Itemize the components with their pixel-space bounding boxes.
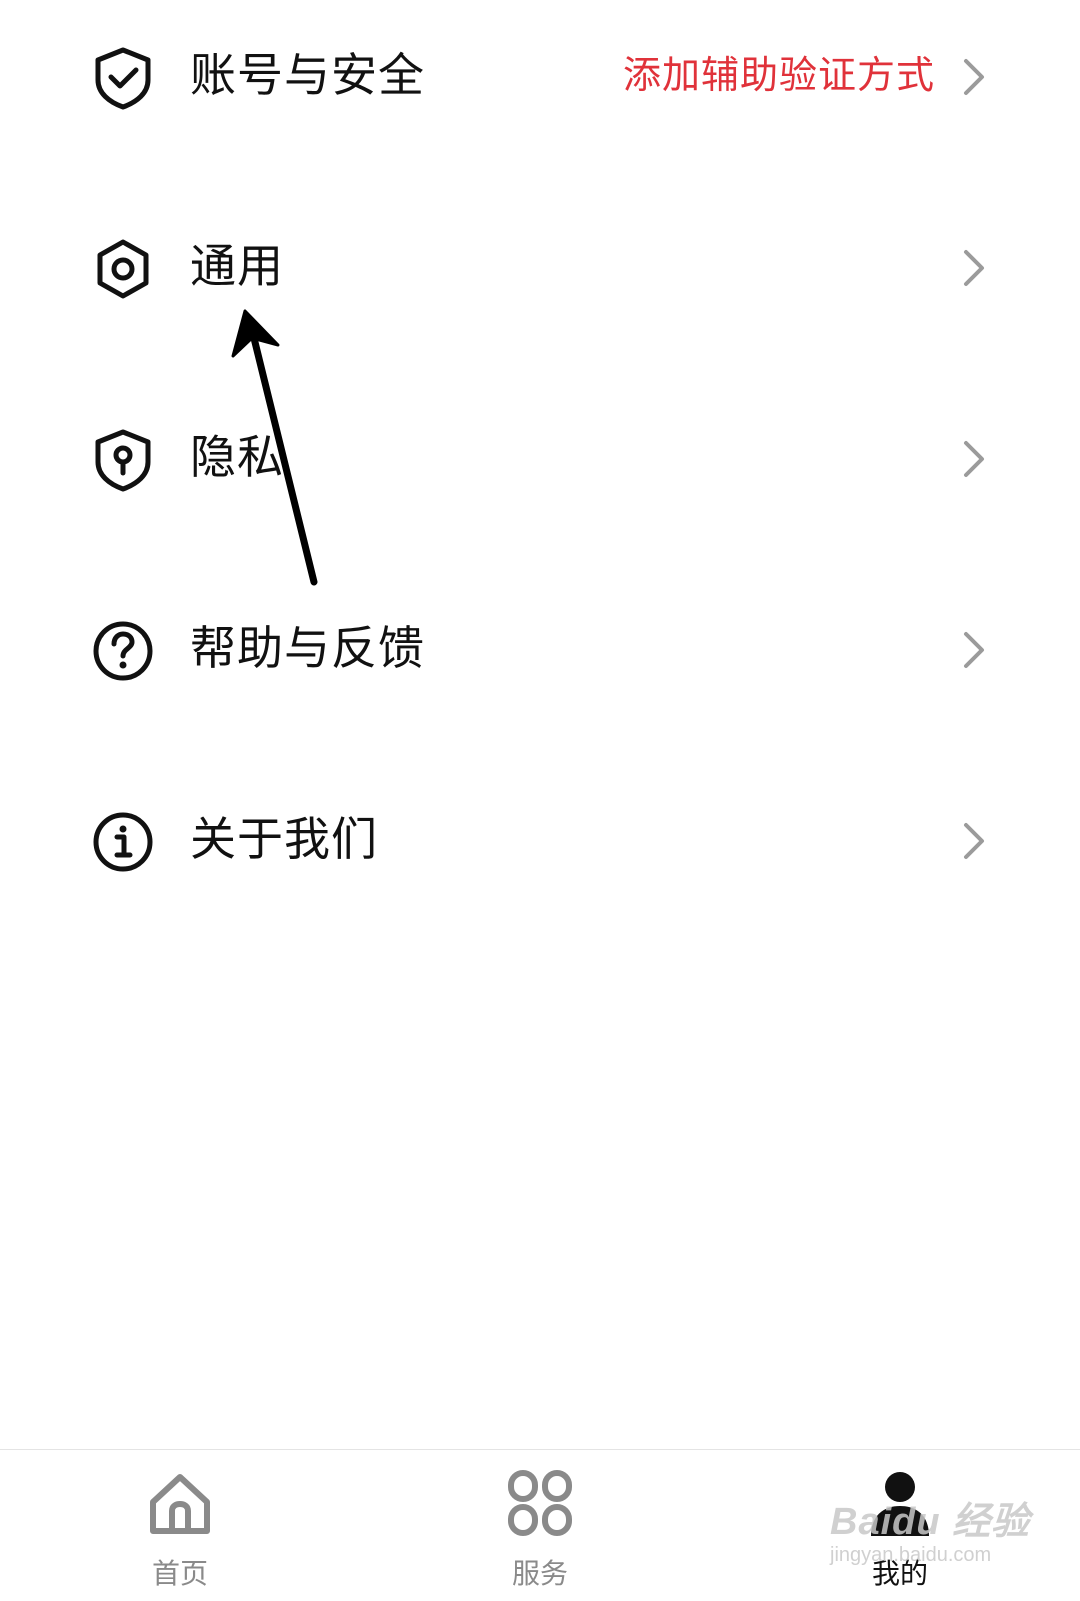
tab-home[interactable]: 首页 xyxy=(60,1450,300,1601)
hex-settings-icon xyxy=(90,236,156,302)
chevron-right-icon xyxy=(960,57,988,97)
shield-check-icon xyxy=(90,45,156,111)
menu-item-general[interactable]: 通用 xyxy=(0,206,1080,326)
tab-label: 首页 xyxy=(151,1557,208,1590)
menu-item-privacy[interactable]: 隐私 xyxy=(0,397,1080,517)
user-icon xyxy=(865,1468,935,1538)
grid-services-icon xyxy=(505,1468,575,1538)
menu-item-label: 账号与安全 xyxy=(190,48,425,102)
menu-item-help-feedback[interactable]: 帮助与反馈 xyxy=(0,588,1080,708)
tab-label: 服务 xyxy=(511,1557,568,1590)
tab-services[interactable]: 服务 xyxy=(420,1450,660,1601)
chevron-right-icon xyxy=(960,821,988,861)
menu-item-label: 通用 xyxy=(190,239,284,293)
menu-item-account-security[interactable]: 账号与安全 添加辅助验证方式 xyxy=(0,15,1080,135)
chevron-right-icon xyxy=(960,439,988,479)
info-circle-icon xyxy=(90,809,156,875)
tab-mine[interactable]: 我的 xyxy=(780,1450,1020,1601)
chevron-right-icon xyxy=(960,248,988,288)
menu-item-label: 关于我们 xyxy=(190,812,378,866)
chevron-right-icon xyxy=(960,630,988,670)
add-auth-method-hint: 添加辅助验证方式 xyxy=(622,53,935,97)
menu-item-label: 隐私 xyxy=(190,430,284,484)
tab-label: 我的 xyxy=(871,1557,928,1590)
question-circle-icon xyxy=(90,618,156,684)
shield-keyhole-icon xyxy=(90,427,156,493)
menu-item-label: 帮助与反馈 xyxy=(190,621,425,675)
bottom-tab-bar: 首页 服务 我的 xyxy=(0,1449,1080,1601)
home-icon xyxy=(145,1468,215,1538)
menu-item-about-us[interactable]: 关于我们 xyxy=(0,779,1080,899)
